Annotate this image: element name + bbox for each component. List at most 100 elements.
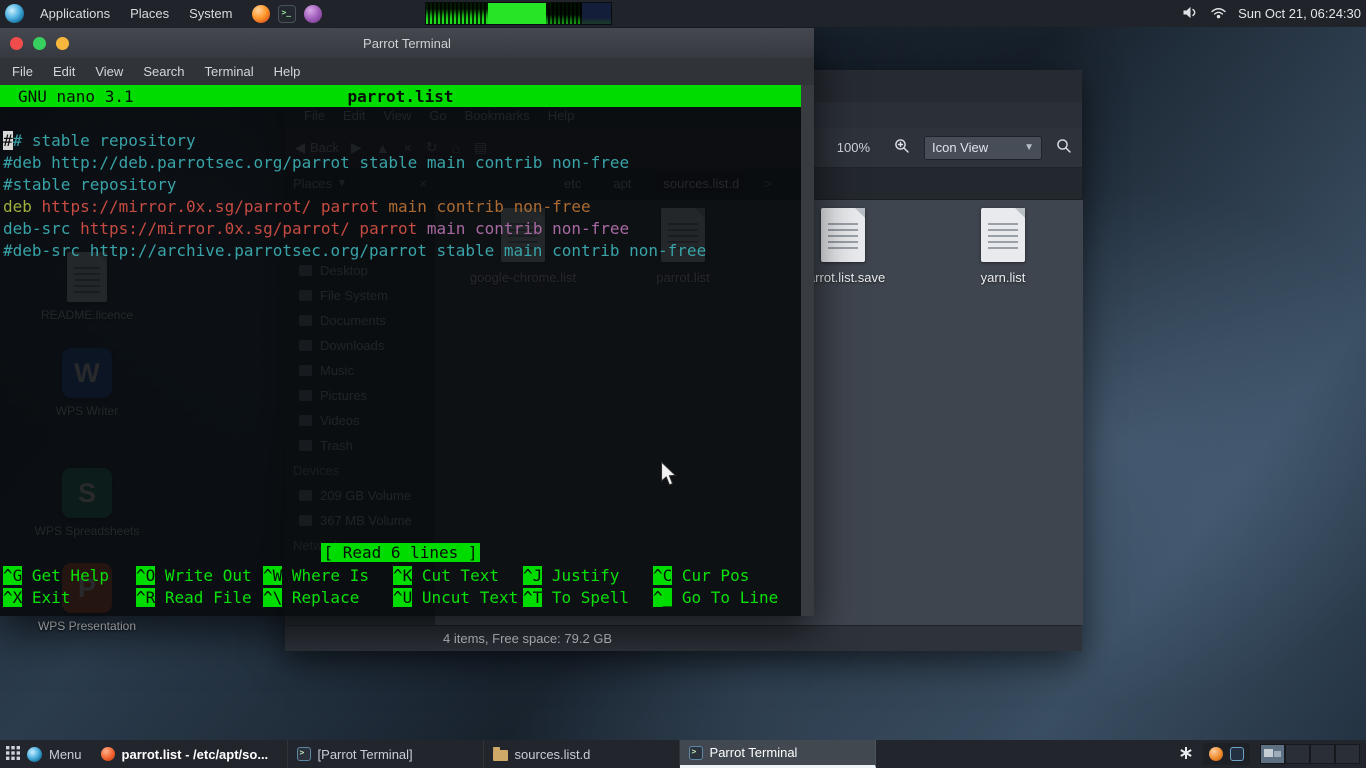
status-bar: 4 items, Free space: 79.2 GB <box>285 625 1082 651</box>
menu-button[interactable]: Menu <box>49 747 82 762</box>
shortcut-label: To Spell <box>542 588 629 607</box>
memory-graph <box>488 3 546 24</box>
workspace-4[interactable] <box>1335 744 1360 764</box>
shortcut-key: ^K <box>393 566 413 585</box>
menu-logo-icon <box>27 746 42 762</box>
nano-status-message: [ Read 6 lines ] <box>321 543 480 562</box>
task-label: Parrot Terminal <box>709 745 798 760</box>
shortcut-key: ^C <box>653 566 673 585</box>
nano-editor-text: ## stable repository #deb http://deb.parr… <box>3 131 798 263</box>
parrot-tray-icon[interactable] <box>1209 747 1223 761</box>
taskbar-window-sources-list-d[interactable]: sources.list.d <box>484 740 680 768</box>
taskbar-window--parrot-terminal-[interactable]: [Parrot Terminal] <box>288 740 484 768</box>
show-desktop-grid-icon[interactable] <box>6 745 20 763</box>
nano-shortcut[interactable]: ^R Read File <box>136 588 263 610</box>
nano-cursor: # <box>3 131 13 150</box>
nano-filename: parrot.list <box>347 86 454 106</box>
shortcut-key: ^O <box>136 566 156 585</box>
terminal-content[interactable]: GNU nano 3.1 parrot.list ## stable repos… <box>0 85 814 616</box>
shortcut-key: ^J <box>523 566 543 585</box>
nano-line: #deb-src http://archive.parrotsec.org/pa… <box>3 241 707 260</box>
nano-shortcut[interactable]: ^J Justify <box>523 566 653 588</box>
terminal-icon[interactable] <box>278 4 297 23</box>
task-label: [Parrot Terminal] <box>317 746 413 762</box>
shortcut-key: ^\ <box>263 588 283 607</box>
nano-shortcut[interactable]: ^X Exit <box>3 588 136 610</box>
task-label: sources.list.d <box>514 746 591 762</box>
file-yarn-list[interactable]: yarn.list <box>923 208 1083 285</box>
terminal-menu-search[interactable]: Search <box>133 64 194 79</box>
document-icon <box>821 208 865 262</box>
nano-line: deb https://mirror.0x.sg/parrot/ parrot … <box>3 197 591 216</box>
window-title: Parrot Terminal <box>363 35 451 51</box>
nano-shortcut[interactable]: ^O Write Out <box>136 566 263 588</box>
cpu-graph <box>426 3 488 24</box>
terminal-titlebar[interactable]: Parrot Terminal <box>0 28 814 58</box>
nano-titlebar: GNU nano 3.1 parrot.list <box>0 85 801 107</box>
nano-line: #deb http://deb.parrotsec.org/parrot sta… <box>3 153 630 172</box>
nano-shortcut[interactable]: ^\ Replace <box>263 588 393 610</box>
shortcut-key: ^U <box>393 588 413 607</box>
shortcut-label: Get Help <box>22 566 109 585</box>
taskbar-window-parrot-terminal[interactable]: Parrot Terminal <box>679 740 876 768</box>
panel-menu-places[interactable]: Places <box>120 0 179 27</box>
nano-shortcut[interactable]: ^W Where Is <box>263 566 393 588</box>
network-icon[interactable] <box>1210 5 1227 23</box>
shortcut-label: Go To Line <box>672 588 779 607</box>
desktop-icon-label: WPS Presentation <box>37 619 137 633</box>
document-icon <box>981 208 1025 262</box>
shortcut-label: Replace <box>282 588 360 607</box>
view-mode-select[interactable]: Icon View ▼ <box>924 135 1042 160</box>
nano-shortcut[interactable]: ^U Uncut Text <box>393 588 523 610</box>
terminal-menu-view[interactable]: View <box>85 64 133 79</box>
workspace-1[interactable] <box>1260 744 1285 764</box>
nano-shortcut[interactable]: ^G Get Help <box>3 566 136 588</box>
nano-shortcut[interactable]: ^T To Spell <box>523 588 653 610</box>
minimize-window-button[interactable] <box>56 36 69 50</box>
file-name: yarn.list <box>980 270 1026 285</box>
nano-line: ## stable repository <box>3 131 196 150</box>
shortcut-key: ^R <box>136 588 156 607</box>
terminal-window: Parrot Terminal File Edit View Search Termin… <box>0 28 814 616</box>
nano-shortcut-bar: ^G Get Help ^O Write Out ^W Where Is ^K Cut… <box>3 566 800 610</box>
workspace-2[interactable] <box>1285 744 1310 764</box>
folder-icon <box>492 746 508 761</box>
shortcut-label: Exit <box>22 588 71 607</box>
search-icon[interactable] <box>1056 138 1072 157</box>
terminal-menu-edit[interactable]: Edit <box>43 64 85 79</box>
nano-version: GNU nano 3.1 <box>18 86 134 106</box>
shortcut-label: Where Is <box>282 566 369 585</box>
parrot-logo-icon[interactable] <box>5 4 24 23</box>
close-window-button[interactable] <box>10 36 23 50</box>
volume-icon[interactable] <box>1182 5 1199 23</box>
nano-shortcut[interactable]: ^C Cur Pos <box>653 566 800 588</box>
maximize-window-button[interactable] <box>33 36 46 50</box>
shortcut-label: Cur Pos <box>672 566 750 585</box>
package-icon[interactable] <box>304 4 323 23</box>
terminal-scrollbar[interactable] <box>801 85 814 616</box>
shortcut-label: Uncut Text <box>412 588 519 607</box>
terminal-menu-help[interactable]: Help <box>264 64 311 79</box>
panel-status-area: Sun Oct 21, 06:24:30 <box>1182 0 1361 27</box>
nano-statusline: [ Read 6 lines ] <box>0 543 801 562</box>
notifications-icon[interactable] <box>1179 746 1193 763</box>
taskbar-window-parrot-list-etc-apt-so-[interactable]: parrot.list - /etc/apt/so... <box>92 740 288 768</box>
terminal-menu-file[interactable]: File <box>2 64 43 79</box>
terminal-menu-terminal[interactable]: Terminal <box>195 64 264 79</box>
text-editor-icon <box>100 747 115 761</box>
nano-shortcut[interactable]: ^_ Go To Line <box>653 588 800 610</box>
firefox-icon[interactable] <box>252 4 271 23</box>
system-monitor-graph[interactable] <box>425 2 612 25</box>
shortcut-label: Write Out <box>155 566 252 585</box>
swap-graph <box>582 3 611 24</box>
panel-menu-system[interactable]: System <box>179 0 242 27</box>
workspace-3[interactable] <box>1310 744 1335 764</box>
workspace-switcher <box>1260 744 1360 764</box>
clock[interactable]: Sun Oct 21, 06:24:30 <box>1238 6 1361 21</box>
terminal-tray-icon[interactable] <box>1230 747 1244 761</box>
nano-shortcut[interactable]: ^K Cut Text <box>393 566 523 588</box>
panel-launcher-group <box>252 4 323 23</box>
terminal-menubar: File Edit View Search Terminal Help <box>0 58 814 85</box>
panel-menu-applications[interactable]: Applications <box>30 0 120 27</box>
zoom-in-icon[interactable] <box>894 138 910 157</box>
